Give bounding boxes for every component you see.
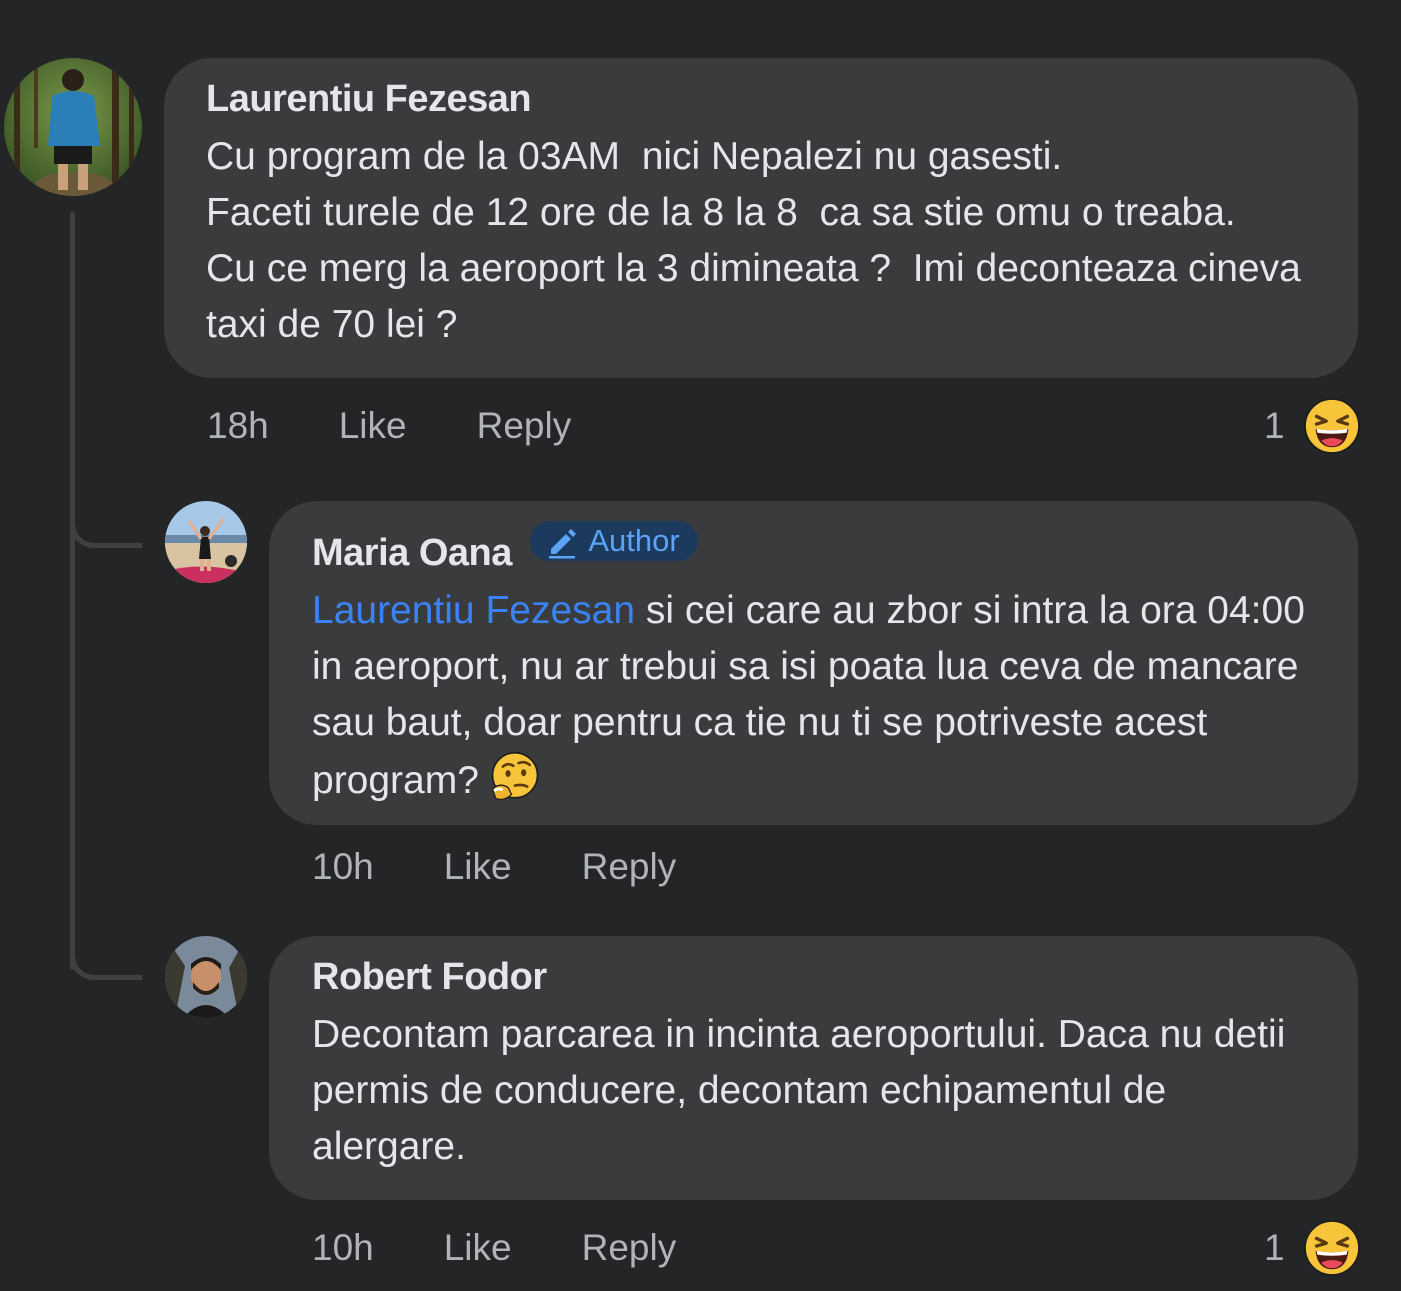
reply-button[interactable]: Reply	[582, 1227, 677, 1269]
comment-bubble[interactable]: Maria Oana Author Laurentiu Fezesan si c…	[269, 501, 1358, 825]
timestamp[interactable]: 10h	[312, 1227, 374, 1269]
thread-branch-1	[70, 508, 142, 548]
comment-bubble[interactable]: Robert Fodor Decontam parcarea in incint…	[269, 936, 1358, 1200]
thinking-emoji-icon	[491, 751, 539, 801]
reaction-summary[interactable]: 1	[1264, 1219, 1361, 1277]
reaction-summary[interactable]: 1	[1264, 397, 1361, 455]
comment-author[interactable]: Robert Fodor	[312, 956, 1328, 999]
avatar[interactable]	[165, 936, 247, 1018]
comment-actions: 18h Like Reply	[207, 405, 641, 447]
avatar-beach-woman	[165, 501, 247, 583]
comment-text: Cu program de la 03AM nici Nepalezi nu g…	[206, 135, 1301, 346]
like-button[interactable]: Like	[339, 405, 407, 447]
author-badge-label: Author	[588, 523, 680, 558]
author-badge: Author	[530, 521, 698, 561]
comment-bubble[interactable]: Laurentiu Fezesan Cu program de la 03AM …	[164, 58, 1358, 378]
timestamp[interactable]: 10h	[312, 846, 374, 888]
avatar-forest-runner	[4, 58, 142, 196]
avatar[interactable]	[165, 501, 247, 583]
reaction-count: 1	[1264, 405, 1285, 446]
laughing-emoji-icon	[1303, 1219, 1360, 1277]
avatar-man	[165, 936, 247, 1018]
comment-actions: 10h Like Reply	[312, 1227, 746, 1269]
comment-text: Decontam parcarea in incinta aeroportulu…	[312, 1013, 1297, 1168]
comment-author[interactable]: Maria Oana	[312, 532, 512, 574]
reaction-count: 1	[1264, 1227, 1285, 1268]
comment-actions: 10h Like Reply	[312, 846, 746, 888]
like-button[interactable]: Like	[444, 1227, 512, 1269]
avatar[interactable]	[4, 58, 142, 196]
reply-button[interactable]: Reply	[477, 405, 572, 447]
comment-author[interactable]: Laurentiu Fezesan	[206, 78, 1318, 121]
comment-thread: Laurentiu Fezesan Cu program de la 03AM …	[0, 0, 1401, 1291]
mention-link[interactable]: Laurentiu Fezesan	[312, 589, 635, 632]
comment-text: Laurentiu Fezesan si cei care au zbor si…	[312, 583, 1328, 809]
thread-line	[70, 212, 75, 970]
timestamp[interactable]: 18h	[207, 405, 269, 447]
reply-button[interactable]: Reply	[582, 846, 677, 888]
like-button[interactable]: Like	[444, 846, 512, 888]
laughing-emoji-icon	[1303, 397, 1360, 455]
thread-branch-2	[70, 940, 142, 980]
pencil-icon	[549, 529, 577, 559]
